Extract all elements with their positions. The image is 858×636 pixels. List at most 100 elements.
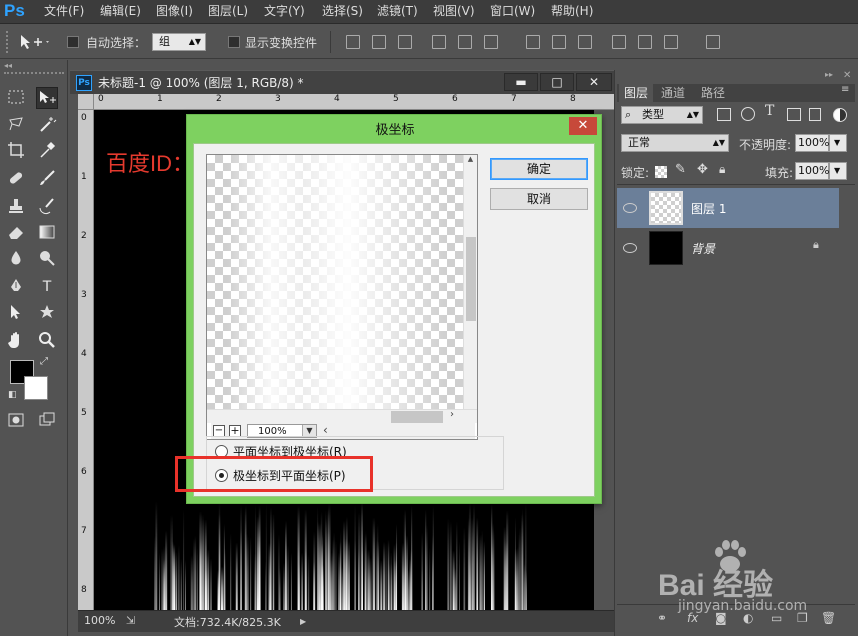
- status-zoom[interactable]: 100%: [84, 614, 115, 627]
- move-tool-icon[interactable]: [36, 87, 58, 109]
- distribute-bottom-icon[interactable]: [578, 35, 592, 49]
- opacity-dropdown-icon[interactable]: ▼: [829, 134, 847, 152]
- align-bottom-icon[interactable]: [398, 35, 412, 49]
- preview-vscrollbar[interactable]: ▲: [463, 155, 477, 409]
- panel-collapse-icon[interactable]: ◂◂: [4, 62, 64, 70]
- cancel-button[interactable]: 取消: [490, 188, 588, 210]
- type-tool-icon[interactable]: T: [36, 276, 58, 298]
- opacity-field[interactable]: 100%: [795, 134, 829, 152]
- align-top-icon[interactable]: [346, 35, 360, 49]
- lock-position-icon[interactable]: ✥: [697, 162, 708, 177]
- preview-hscrollbar[interactable]: ›: [207, 409, 477, 423]
- lock-transparent-icon[interactable]: [655, 166, 667, 178]
- layer-name[interactable]: 背景: [691, 240, 715, 257]
- auto-select-dropdown[interactable]: 组 ▲▼: [152, 33, 206, 51]
- light-streak: [339, 541, 342, 610]
- distribute-hcenter-icon[interactable]: [638, 35, 652, 49]
- filter-shape-icon[interactable]: [787, 108, 801, 121]
- pen-tool-icon[interactable]: [5, 276, 27, 298]
- filter-smart-object-icon[interactable]: [809, 108, 821, 121]
- custom-shape-tool-icon[interactable]: [36, 302, 58, 324]
- screen-mode-icon[interactable]: [36, 410, 58, 432]
- eyedropper-tool-icon[interactable]: [36, 140, 58, 162]
- lock-pixels-icon[interactable]: ✎: [675, 162, 686, 177]
- tab-layers[interactable]: 图层: [619, 84, 653, 102]
- menu-filter[interactable]: 滤镜(T): [377, 0, 418, 24]
- align-left-icon[interactable]: [432, 35, 446, 49]
- lock-all-icon[interactable]: 🔒︎: [719, 162, 725, 177]
- blur-tool-icon[interactable]: [5, 248, 27, 270]
- layer-row-background[interactable]: 背景 🔒︎: [617, 228, 839, 268]
- path-selection-tool-icon[interactable]: [5, 302, 27, 324]
- scroll-right-icon[interactable]: ›: [450, 409, 454, 420]
- scroll-left-icon[interactable]: ‹: [323, 423, 328, 437]
- align-right-icon[interactable]: [484, 35, 498, 49]
- lasso-tool-icon[interactable]: [5, 114, 27, 136]
- preview-hscroll-thumb[interactable]: [391, 411, 443, 423]
- magic-wand-tool-icon[interactable]: [36, 114, 58, 136]
- hand-tool-icon[interactable]: [5, 330, 27, 352]
- layer-row-layer1[interactable]: 图层 1: [617, 188, 839, 228]
- dialog-close-button[interactable]: ✕: [569, 117, 597, 135]
- menu-view[interactable]: 视图(V): [433, 0, 475, 24]
- zoom-tool-icon[interactable]: [36, 330, 58, 352]
- auto-align-icon[interactable]: [706, 35, 720, 49]
- swap-colors-icon[interactable]: ⤢: [40, 356, 52, 368]
- show-transform-checkbox[interactable]: [228, 36, 240, 48]
- ok-button[interactable]: 确定: [490, 158, 588, 180]
- status-arrow-icon[interactable]: ▶: [300, 617, 306, 626]
- distribute-right-icon[interactable]: [664, 35, 678, 49]
- quick-mask-icon[interactable]: [5, 410, 27, 432]
- marquee-tool-icon[interactable]: [5, 87, 27, 109]
- close-window-button[interactable]: ✕: [576, 73, 612, 91]
- preview-pane[interactable]: ▲ › − + 100% ▼ ‹: [206, 154, 478, 440]
- move-tool-preset-icon[interactable]: [18, 31, 52, 53]
- panel-collapse-icon[interactable]: ▸▸: [825, 70, 833, 79]
- filter-adjustment-icon[interactable]: [741, 107, 755, 121]
- distribute-vcenter-icon[interactable]: [552, 35, 566, 49]
- menu-image[interactable]: 图像(I): [156, 0, 193, 24]
- layer-filter-dropdown[interactable]: ⌕ 类型 ▲▼: [621, 106, 703, 124]
- clone-stamp-tool-icon[interactable]: [5, 196, 27, 218]
- healing-brush-tool-icon[interactable]: [5, 168, 27, 190]
- menu-file[interactable]: 文件(F): [44, 0, 84, 24]
- filter-toggle-icon[interactable]: [833, 108, 847, 122]
- menu-edit[interactable]: 编辑(E): [100, 0, 141, 24]
- history-brush-tool-icon[interactable]: [36, 196, 58, 218]
- layer-name[interactable]: 图层 1: [691, 200, 726, 217]
- tab-paths[interactable]: 路径: [701, 84, 725, 102]
- visibility-eye-icon[interactable]: [623, 243, 637, 253]
- fill-dropdown-icon[interactable]: ▼: [829, 162, 847, 180]
- filter-type-icon[interactable]: T: [765, 103, 774, 119]
- scroll-up-icon[interactable]: ▲: [464, 155, 477, 165]
- blend-mode-dropdown[interactable]: 正常 ▲▼: [621, 134, 729, 152]
- dodge-tool-icon[interactable]: [36, 248, 58, 270]
- export-icon[interactable]: ⇲: [126, 614, 140, 628]
- visibility-eye-icon[interactable]: [623, 203, 637, 213]
- default-colors-icon[interactable]: ◧: [8, 390, 18, 400]
- crop-tool-icon[interactable]: [5, 140, 27, 162]
- eraser-tool-icon[interactable]: [5, 222, 27, 244]
- distribute-left-icon[interactable]: [612, 35, 626, 49]
- document-title-bar[interactable]: Ps 未标题-1 @ 100% (图层 1, RGB/8) * ▬ □ ✕: [70, 70, 614, 94]
- minimize-button[interactable]: ▬: [504, 73, 538, 91]
- menu-help[interactable]: 帮助(H): [551, 0, 593, 24]
- panel-menu-icon[interactable]: ≡: [841, 84, 849, 95]
- align-hcenter-icon[interactable]: [458, 35, 472, 49]
- background-color-swatch[interactable]: [24, 376, 48, 400]
- maximize-button[interactable]: □: [540, 73, 574, 91]
- menu-select[interactable]: 选择(S): [322, 0, 363, 24]
- filter-pixel-icon[interactable]: [717, 108, 731, 121]
- auto-select-checkbox[interactable]: [67, 36, 79, 48]
- tab-channels[interactable]: 通道: [661, 84, 685, 102]
- menu-window[interactable]: 窗口(W): [490, 0, 535, 24]
- menu-layer[interactable]: 图层(L): [208, 0, 248, 24]
- menu-type[interactable]: 文字(Y): [264, 0, 305, 24]
- brush-tool-icon[interactable]: [36, 168, 58, 190]
- fill-field[interactable]: 100%: [795, 162, 829, 180]
- gradient-tool-icon[interactable]: [36, 222, 58, 244]
- align-vcenter-icon[interactable]: [372, 35, 386, 49]
- distribute-top-icon[interactable]: [526, 35, 540, 49]
- preview-vscroll-thumb[interactable]: [466, 237, 476, 321]
- panel-close-icon[interactable]: ✕: [843, 70, 851, 81]
